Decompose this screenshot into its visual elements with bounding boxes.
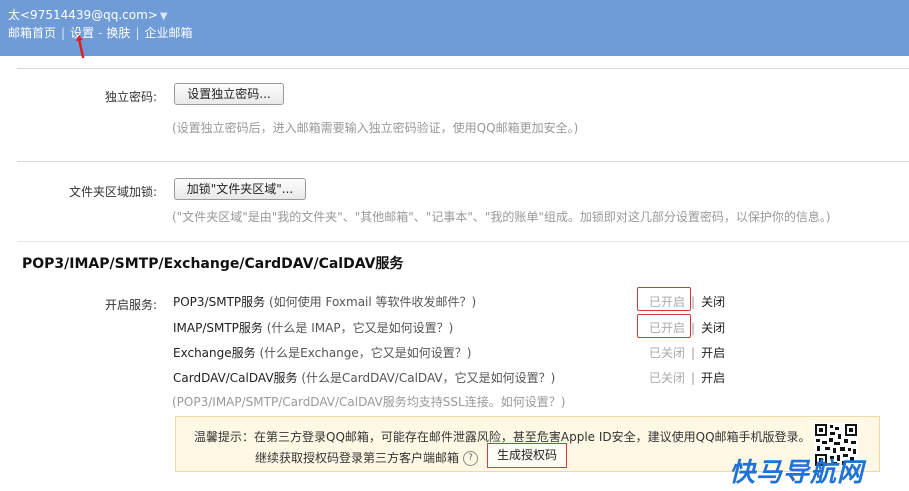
- red-arrow-annotation-icon: [76, 35, 85, 59]
- account-menu[interactable]: 太<97514439@qq.com> ▼: [8, 6, 168, 23]
- tip-continue-label: 继续获取授权码登录第三方客户端邮箱: [255, 451, 460, 465]
- top-bar: 太<97514439@qq.com> ▼ 邮箱首页 | 设置 - 换肤 | 企业邮箱: [0, 0, 909, 56]
- status-separator: |: [691, 295, 696, 309]
- status-label: 已关闭: [649, 371, 686, 385]
- status-label: 已开启: [649, 321, 686, 335]
- service-help-link[interactable]: (什么是Exchange，它又是如何设置？): [259, 346, 471, 360]
- account-label: 太<97514439@qq.com>: [8, 8, 158, 22]
- ssl-note-link[interactable]: (POP3/IMAP/SMTP/CardDAV/CalDAV服务均支持SSL连接…: [172, 393, 565, 410]
- service-row-pop3: POP3/SMTP服务 (如何使用 Foxmail 等软件收发邮件？): [173, 293, 476, 310]
- nav-separator: |: [135, 26, 140, 40]
- help-icon[interactable]: ?: [463, 451, 479, 466]
- chevron-down-icon[interactable]: ▼: [160, 11, 168, 22]
- service-name: CardDAV/CalDAV服务: [173, 371, 298, 385]
- status-label: 已开启: [649, 295, 686, 309]
- service-help-link[interactable]: (如何使用 Foxmail 等软件收发邮件？): [269, 295, 476, 309]
- service-help-link[interactable]: (什么是CardDAV/CalDAV，它又是如何设置？): [301, 371, 555, 385]
- folder-lock-hint: ("文件夹区域"是由"我的文件夹"、"其他邮箱"、"记事本"、"我的账单"组成。…: [172, 210, 831, 224]
- services-section-title: POP3/IMAP/SMTP/Exchange/CardDAV/CalDAV服务: [22, 256, 404, 272]
- status-label: 已关闭: [649, 346, 686, 360]
- nav-enterprise-link[interactable]: 企业邮箱: [144, 26, 192, 40]
- service-row-imap: IMAP/SMTP服务 (什么是 IMAP，它又是如何设置？): [173, 319, 453, 336]
- top-nav: 邮箱首页 | 设置 - 换肤 | 企业邮箱: [8, 24, 193, 41]
- site-watermark: 快马导航网: [729, 458, 865, 488]
- independent-password-hint: (设置独立密码后，进入邮箱需要输入独立密码验证，使用QQ邮箱更加安全。): [172, 121, 579, 135]
- status-separator: |: [691, 371, 696, 385]
- status-separator: |: [691, 346, 696, 360]
- enable-services-label: 开启服务:: [104, 298, 157, 312]
- service-row-exchange: Exchange服务 (什么是Exchange，它又是如何设置？): [173, 344, 471, 361]
- generate-auth-code-button[interactable]: 生成授权码: [487, 443, 567, 468]
- service-status-exchange: 已关闭 | 开启: [649, 344, 725, 361]
- service-name: POP3/SMTP服务: [173, 295, 266, 309]
- divider: [17, 241, 909, 242]
- nav-home-link[interactable]: 邮箱首页: [8, 26, 56, 40]
- lock-folder-area-button[interactable]: 加锁"文件夹区域"...: [174, 178, 306, 200]
- service-status-carddav: 已关闭 | 开启: [649, 369, 725, 386]
- service-help-link[interactable]: (什么是 IMAP，它又是如何设置？): [267, 321, 454, 335]
- service-status-imap: 已开启 | 关闭: [649, 319, 725, 336]
- divider: [17, 68, 909, 69]
- settings-content: 独立密码: 设置独立密码... (设置独立密码后，进入邮箱需要输入独立密码验证，…: [17, 68, 909, 491]
- nav-separator: |: [61, 26, 66, 40]
- service-status-pop3: 已开启 | 关闭: [649, 293, 725, 310]
- service-toggle-link[interactable]: 开启: [701, 346, 725, 360]
- service-name: IMAP/SMTP服务: [173, 321, 263, 335]
- service-toggle-link[interactable]: 开启: [701, 371, 725, 385]
- service-row-carddav: CardDAV/CalDAV服务 (什么是CardDAV/CalDAV，它又是如…: [173, 369, 555, 386]
- divider: [17, 161, 909, 162]
- service-name: Exchange服务: [173, 346, 256, 360]
- tip-continue-text: 继续获取授权码登录第三方客户端邮箱?: [255, 449, 482, 466]
- service-toggle-link[interactable]: 关闭: [701, 321, 725, 335]
- independent-password-label: 独立密码:: [104, 90, 157, 104]
- nav-skin-link[interactable]: 换肤: [106, 26, 130, 40]
- nav-dash: -: [98, 26, 103, 40]
- folder-lock-label: 文件夹区域加锁:: [68, 185, 157, 199]
- status-separator: |: [691, 321, 696, 335]
- service-toggle-link[interactable]: 关闭: [701, 295, 725, 309]
- set-independent-password-button[interactable]: 设置独立密码...: [174, 83, 284, 105]
